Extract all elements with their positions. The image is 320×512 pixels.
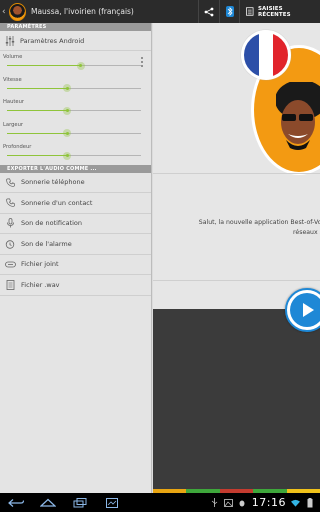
attachment-icon: [4, 258, 16, 270]
list-icon: [246, 7, 254, 16]
recent-apps-icon: [73, 497, 87, 507]
alarm-icon: [4, 238, 16, 250]
screenshot-button[interactable]: [96, 493, 128, 512]
message-line: réseaux so: [293, 229, 320, 236]
mic-icon: [4, 217, 16, 229]
slider-track[interactable]: [7, 106, 141, 115]
slider-thumb[interactable]: [63, 106, 72, 115]
slider-width[interactable]: Largeur: [0, 119, 151, 142]
slider-pitch[interactable]: Hauteur: [0, 96, 151, 119]
image-icon: [223, 498, 233, 507]
slider-depth[interactable]: Profondeur: [0, 141, 151, 164]
player-area: [153, 309, 320, 493]
share-button[interactable]: [197, 0, 219, 23]
home-icon: [40, 498, 56, 507]
file-icon: [4, 279, 16, 291]
phone-icon: [4, 197, 16, 209]
slider-speed[interactable]: Vitesse: [0, 74, 151, 97]
debug-icon: [238, 498, 247, 507]
back-arrow-icon: [8, 498, 24, 507]
slider-track[interactable]: [7, 84, 141, 92]
export-alarm-sound[interactable]: Son de l'alarme: [0, 234, 151, 255]
status-area[interactable]: 17:16: [210, 496, 320, 509]
slider-label: Volume: [3, 54, 23, 60]
battery-icon: [305, 497, 314, 507]
usb-icon: [210, 498, 219, 507]
home-button[interactable]: [32, 493, 64, 512]
export-item-label: Sonnerie d'un contact: [21, 198, 93, 207]
export-attachment[interactable]: Fichier joint: [0, 255, 151, 275]
action-bar-actions: SAISIES RÉCENTES: [197, 0, 320, 23]
play-icon: [290, 293, 320, 327]
screenshot-icon: [106, 497, 118, 508]
back-button[interactable]: [0, 493, 32, 512]
export-item-label: Son de l'alarme: [21, 239, 72, 248]
recent-entries-label: SAISIES RÉCENTES: [258, 5, 291, 18]
android-params-label: Paramètres Android: [20, 36, 85, 45]
export-item-label: Son de notification: [21, 219, 83, 228]
share-icon: [204, 7, 214, 16]
slider-label: Vitesse: [3, 76, 22, 83]
slider-track[interactable]: [7, 129, 141, 137]
back-chevron-icon[interactable]: ‹: [1, 0, 7, 23]
clock: 17:16: [251, 496, 286, 509]
divider: [153, 280, 320, 281]
export-notification-sound[interactable]: Son de notification: [0, 214, 151, 234]
divider: [153, 173, 320, 174]
content-pane: Salut, la nouvelle application Best-of-V…: [153, 23, 320, 493]
slider-track[interactable]: [7, 151, 141, 160]
french-flag-icon[interactable]: [241, 30, 291, 80]
wifi-icon: [291, 498, 300, 507]
phone-icon: [4, 176, 16, 188]
slider-label: Profondeur: [3, 144, 32, 150]
android-params-row[interactable]: Paramètres Android: [0, 31, 151, 51]
action-bar: ‹ Maussa, l'ivoirien (français) SAISIES …: [0, 0, 320, 23]
export-item-label: Fichier .wav: [21, 280, 60, 289]
slider-label: Hauteur: [3, 99, 25, 105]
export-contact-ringtone[interactable]: Sonnerie d'un contact: [0, 193, 151, 214]
export-section-header: EXPORTER L'AUDIO COMME ...: [0, 164, 151, 173]
export-wav-file[interactable]: Fichier .wav: [0, 275, 151, 296]
export-phone-ringtone[interactable]: Sonnerie téléphone: [0, 173, 151, 193]
parameters-section-header: PARAMÈTRES: [0, 23, 151, 31]
slider-volume[interactable]: Volume: [0, 51, 151, 74]
slider-thumb[interactable]: [63, 84, 72, 92]
slider-thumb[interactable]: [76, 61, 85, 70]
system-bar: 17:16: [0, 493, 320, 512]
export-item-label: Fichier joint: [21, 260, 59, 269]
settings-pane: PARAMÈTRES Paramètres Android Volume Vit…: [0, 23, 152, 493]
recent-entries-button[interactable]: SAISIES RÉCENTES: [239, 0, 320, 23]
slider-thumb[interactable]: [63, 129, 72, 137]
bluetooth-button[interactable]: [218, 0, 240, 23]
character-face-illustration: [276, 82, 320, 150]
bluetooth-icon: [225, 6, 234, 17]
app-avatar[interactable]: [8, 2, 26, 21]
slider-thumb[interactable]: [63, 151, 72, 160]
slider-group: Volume Vitesse Hauteur Largeur Profondeu…: [0, 51, 151, 164]
recent-apps-button[interactable]: [64, 493, 96, 512]
message-line: Salut, la nouvelle application Best-of-V…: [198, 219, 320, 226]
export-item-label: Sonnerie téléphone: [21, 178, 85, 187]
action-bar-title: Maussa, l'ivoirien (français): [30, 7, 134, 16]
slider-label: Largeur: [3, 121, 24, 128]
welcome-message: Salut, la nouvelle application Best-of-V…: [173, 218, 320, 238]
slider-track[interactable]: [7, 61, 141, 70]
equalizer-icon: [4, 35, 16, 47]
